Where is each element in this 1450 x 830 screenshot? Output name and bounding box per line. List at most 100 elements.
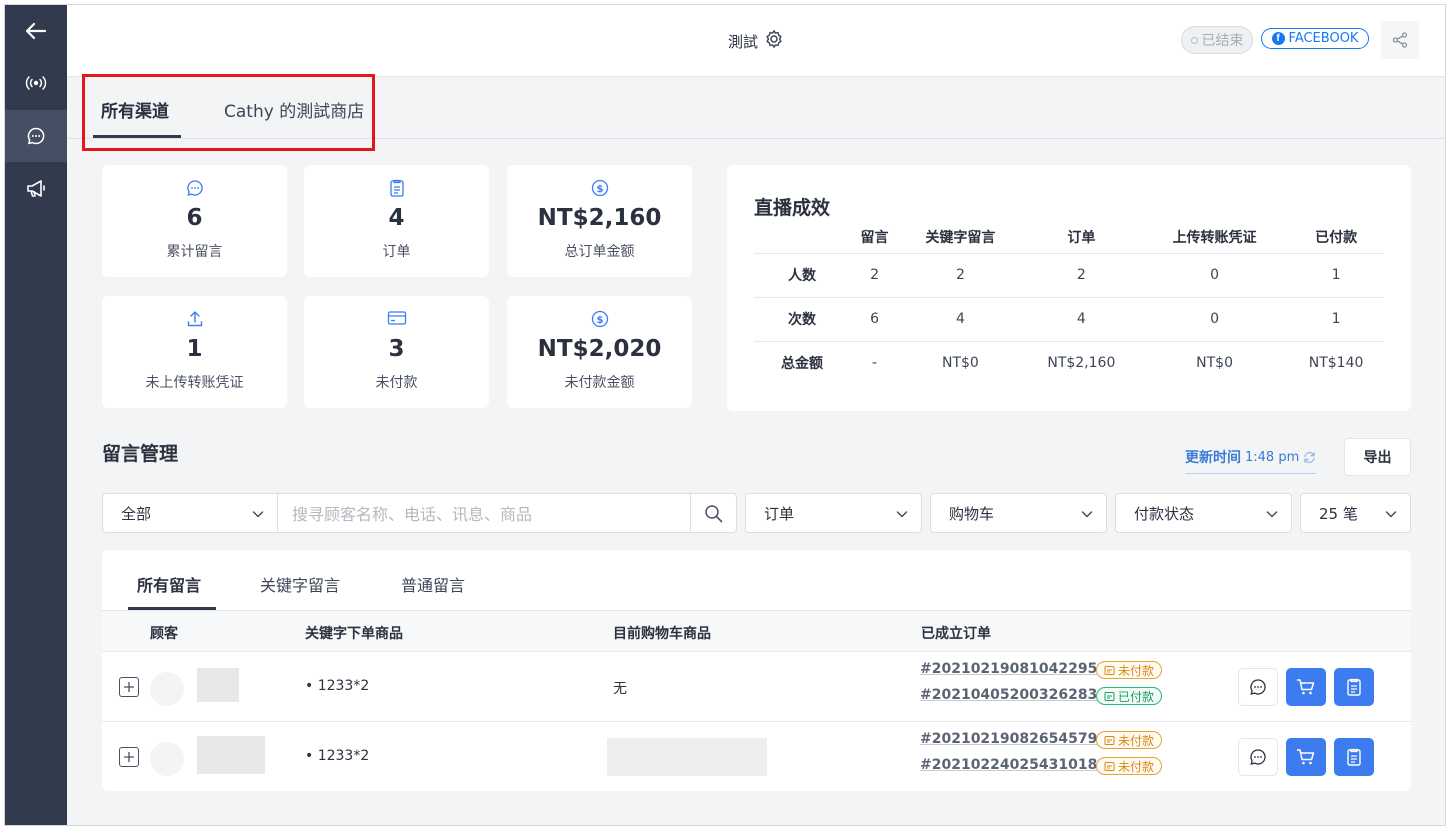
perf-col-header: 留言 bbox=[860, 229, 889, 246]
status-badge-unpaid: 未付款 bbox=[1096, 731, 1163, 749]
live-title-text: 測試 bbox=[727, 32, 758, 51]
update-time-value: 1:48 pm bbox=[1245, 449, 1300, 465]
status-badge-label: 已结束 bbox=[1201, 33, 1244, 49]
cart-button[interactable] bbox=[1286, 668, 1326, 706]
refresh-icon bbox=[1304, 451, 1315, 463]
page-size-value: 25 笔 bbox=[1319, 504, 1358, 523]
perf-row-people: 人数 2 2 2 0 1 bbox=[754, 252, 1384, 297]
cart-select-value: 购物车 bbox=[949, 504, 995, 523]
order-link[interactable]: #20210405200326283 bbox=[920, 687, 1097, 703]
performance-table: 留言 关键字留言 订单 上传转账凭证 已付款 人数 2 2 2 0 1 次数 6… bbox=[754, 221, 1384, 385]
highlight-annotation-box bbox=[82, 74, 375, 151]
comments-nav-icon[interactable] bbox=[5, 110, 67, 162]
stat-card-unpaid-amount: $ NT$2,020 未付款金额 bbox=[507, 296, 692, 408]
sidebar bbox=[5, 5, 67, 825]
perf-row-label: 总金额 bbox=[754, 340, 850, 385]
share-icon bbox=[1392, 32, 1408, 48]
stat-card-orders: 4 订单 bbox=[304, 165, 489, 277]
perf-cell: 2 bbox=[899, 252, 1022, 297]
order-select-value: 订单 bbox=[764, 504, 795, 523]
perf-cell: 4 bbox=[899, 296, 1022, 341]
stat-label: 总订单金额 bbox=[564, 244, 635, 260]
stat-label: 未上传转账凭证 bbox=[145, 375, 244, 391]
tab-keyword-comments[interactable]: 关键字留言 bbox=[260, 572, 340, 596]
stat-value: NT$2,020 bbox=[537, 336, 662, 362]
receipt-icon bbox=[1104, 665, 1115, 675]
svg-text:$: $ bbox=[596, 315, 603, 326]
blurred-cart-item bbox=[607, 738, 767, 776]
live-performance-panel: 直播成效 留言 关键字留言 订单 上传转账凭证 已付款 人数 2 2 2 0 1… bbox=[727, 165, 1411, 411]
export-button[interactable]: 导出 bbox=[1344, 438, 1411, 476]
clipboard-icon bbox=[304, 179, 489, 197]
perf-cell: - bbox=[850, 340, 900, 385]
order-detail-button[interactable] bbox=[1334, 668, 1374, 706]
gear-icon[interactable] bbox=[764, 29, 784, 53]
performance-title: 直播成效 bbox=[754, 197, 831, 219]
search-button[interactable] bbox=[690, 493, 737, 533]
perf-cell: 0 bbox=[1140, 252, 1289, 297]
keyword-item: • 1233*2 bbox=[305, 748, 370, 764]
megaphone-icon[interactable] bbox=[5, 163, 67, 215]
order-select[interactable]: 订单 bbox=[745, 493, 922, 533]
reply-comment-button[interactable] bbox=[1238, 738, 1278, 776]
order-link[interactable]: #20210224025431018 bbox=[920, 757, 1097, 773]
chevron-down-icon bbox=[896, 511, 908, 518]
chat-bubble-icon bbox=[1250, 749, 1266, 765]
tab-all-comments[interactable]: 所有留言 bbox=[137, 572, 201, 596]
column-header: 顾客 bbox=[150, 626, 178, 642]
column-header: 已成立订单 bbox=[921, 626, 991, 642]
perf-cell: 6 bbox=[850, 296, 900, 341]
expand-plus-icon[interactable] bbox=[119, 677, 139, 697]
upload-icon bbox=[102, 310, 287, 328]
dollar-coin-icon: $ bbox=[507, 310, 692, 328]
back-arrow-icon[interactable] bbox=[5, 5, 67, 57]
facebook-icon: f bbox=[1271, 32, 1285, 45]
facebook-badge[interactable]: f FACEBOOK bbox=[1261, 28, 1369, 49]
reply-comment-button[interactable] bbox=[1238, 668, 1278, 706]
order-link[interactable]: #20210219082654579 bbox=[920, 731, 1097, 747]
search-input[interactable]: 搜寻顾客名称、电话、讯息、商品 bbox=[278, 493, 691, 533]
scope-select[interactable]: 全部 bbox=[102, 493, 278, 533]
share-button[interactable] bbox=[1381, 21, 1419, 59]
column-header: 关键字下单商品 bbox=[305, 626, 403, 642]
cart-button[interactable] bbox=[1286, 738, 1326, 776]
stat-label: 未付款金额 bbox=[564, 375, 635, 391]
live-broadcast-icon[interactable] bbox=[5, 57, 67, 109]
svg-text:$: $ bbox=[596, 184, 603, 195]
shopping-cart-icon bbox=[1296, 679, 1315, 695]
clipboard-icon bbox=[1347, 748, 1361, 766]
stat-card-comments: 6 累计留言 bbox=[102, 165, 287, 277]
tab-normal-comments[interactable]: 普通留言 bbox=[401, 572, 465, 596]
stat-label: 未付款 bbox=[375, 375, 418, 391]
perf-col-header: 订单 bbox=[1067, 229, 1096, 246]
order-link[interactable]: #20210219081042295 bbox=[920, 661, 1097, 677]
perf-col-header: 关键字留言 bbox=[925, 229, 996, 246]
perf-cell: NT$2,160 bbox=[1021, 340, 1141, 385]
stat-label: 累计留言 bbox=[166, 244, 223, 260]
top-header: 測試 已结束 f FACEBOOK bbox=[67, 5, 1445, 77]
page-size-select[interactable]: 25 笔 bbox=[1300, 493, 1411, 533]
cart-select[interactable]: 购物车 bbox=[930, 493, 1107, 533]
perf-cell: NT$0 bbox=[1140, 340, 1289, 385]
refresh-time[interactable]: 更新时间 1:48 pm bbox=[1185, 447, 1317, 474]
perf-cell: 1 bbox=[1288, 296, 1384, 341]
avatar bbox=[150, 742, 184, 776]
receipt-icon bbox=[1104, 691, 1115, 701]
status-label: 已付款 bbox=[1118, 689, 1155, 704]
perf-cell: NT$0 bbox=[899, 340, 1022, 385]
status-badge-unpaid: 未付款 bbox=[1096, 661, 1163, 679]
chat-bubble-icon bbox=[1250, 679, 1266, 695]
facebook-badge-label: FACEBOOK bbox=[1288, 31, 1359, 46]
expand-plus-icon[interactable] bbox=[119, 747, 139, 767]
stat-card-unuploaded-proof: 1 未上传转账凭证 bbox=[102, 296, 287, 408]
order-detail-button[interactable] bbox=[1334, 738, 1374, 776]
receipt-icon bbox=[1104, 761, 1115, 771]
chevron-down-icon bbox=[252, 511, 264, 518]
perf-row-label: 人数 bbox=[754, 252, 850, 297]
shopping-cart-icon bbox=[1296, 749, 1315, 765]
stat-value: 1 bbox=[186, 336, 203, 362]
search-icon bbox=[705, 504, 723, 522]
clipboard-icon bbox=[1347, 678, 1361, 696]
stat-value: 6 bbox=[186, 205, 203, 231]
payment-status-select[interactable]: 付款状态 bbox=[1115, 493, 1292, 533]
